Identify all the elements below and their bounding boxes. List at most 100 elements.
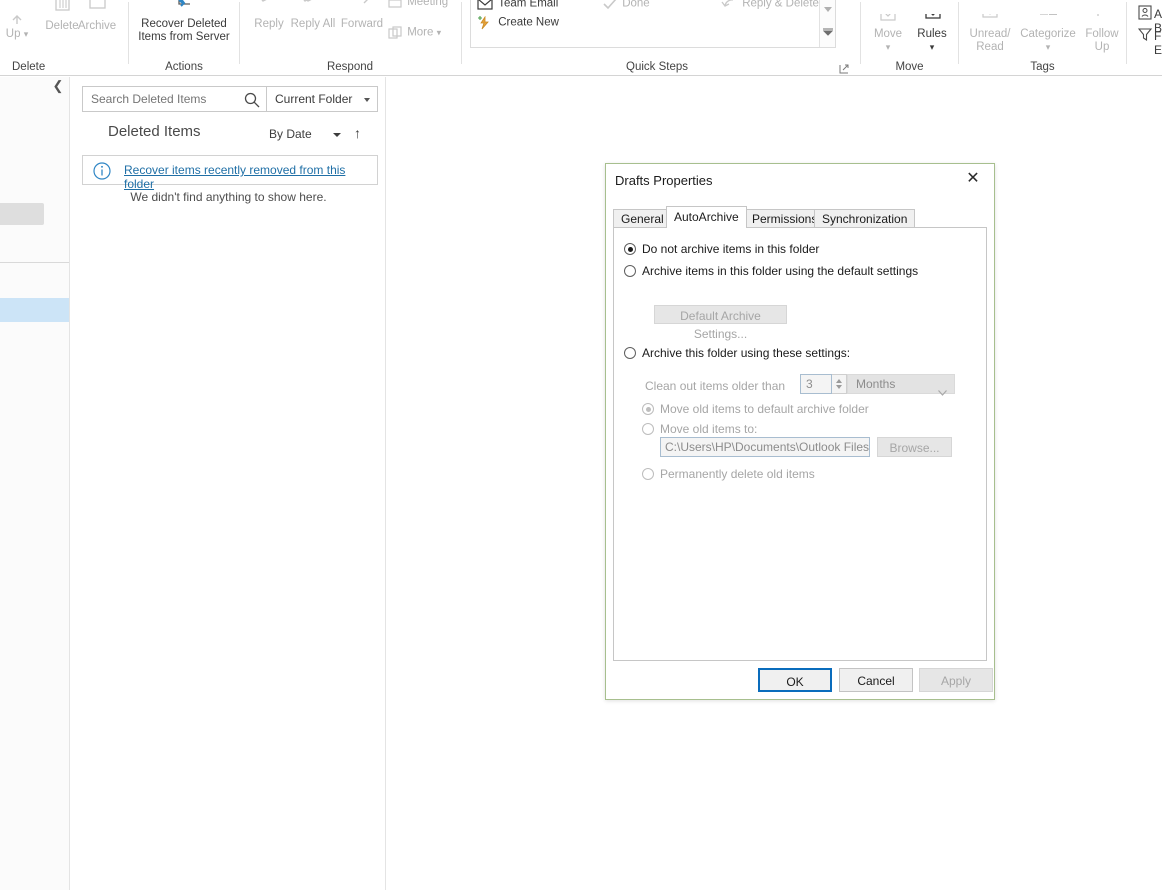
quick-step-reply-delete-label: Reply & Delete [742, 0, 819, 10]
tab-synchronization[interactable]: Synchronization [814, 209, 916, 228]
default-archive-settings-button[interactable]: Default Archive Settings... [654, 305, 787, 341]
ribbon-button-move[interactable]: Move ▾ [865, 14, 911, 54]
search-input[interactable] [89, 87, 239, 111]
quick-steps-more-icon[interactable] [822, 25, 834, 36]
radio-default-settings-indicator[interactable] [624, 265, 636, 277]
folder-pane-collapsed[interactable] [0, 77, 70, 890]
spinner-up-icon[interactable] [836, 379, 842, 383]
ribbon-button-recover-deleted-items[interactable]: Recover Deleted Items from Server [129, 0, 239, 44]
browse-button[interactable]: Browse... [877, 437, 952, 457]
ribbon-button-forward-label: Forward [340, 18, 384, 30]
sort-by-dropdown[interactable]: By Date [269, 127, 312, 141]
tab-autoarchive-label: AutoArchive [674, 210, 739, 224]
ok-button[interactable]: OK [758, 668, 832, 692]
quick-steps-gallery: Move to: Scream To Manager Team Email [470, 0, 836, 48]
tab-synchronization-label: Synchronization [822, 212, 908, 226]
sort-by-label: By Date [269, 127, 312, 141]
close-icon[interactable]: ✕ [952, 164, 994, 194]
sort-ascending-arrow-icon[interactable]: ↑ [354, 125, 361, 141]
ribbon-button-archive[interactable]: Archive [72, 0, 122, 33]
ribbon-button-reply-all[interactable]: Reply All [290, 0, 336, 31]
clean-out-unit-dropdown[interactable]: Months [847, 374, 955, 396]
dialog-body: General AutoArchive Permissions Synchron… [613, 206, 987, 661]
ribbon-button-recover-deleted-items-label: Recover Deleted Items from Server [138, 18, 230, 43]
ribbon-group-move: Move ▾ Rules ▾ Move [861, 0, 958, 75]
nav-divider [0, 262, 69, 263]
reply-delete-icon [721, 0, 739, 11]
chevron-down-icon [364, 98, 370, 102]
ribbon-button-categorize[interactable]: Categorize ▾ [1017, 14, 1079, 54]
ribbon-button-reply[interactable]: Reply [246, 0, 292, 31]
ribbon-button-unread-read-label: Unread/ Read [969, 28, 1011, 53]
ribbon-button-follow-up[interactable]: Follow Up [1079, 14, 1125, 54]
search-icon[interactable] [244, 92, 260, 108]
spinner-down-icon[interactable] [836, 385, 842, 389]
radio-these-settings-indicator[interactable] [624, 347, 636, 359]
radio-move-default-archive-indicator[interactable] [642, 403, 654, 415]
ribbon-button-follow-up-label: Follow Up [1085, 28, 1119, 53]
chevron-left-icon[interactable]: ❮ [50, 78, 66, 94]
ribbon-group-move-label: Move [895, 61, 924, 73]
recover-items-info-bar[interactable]: Recover items recently removed from this… [82, 155, 378, 191]
clean-out-spinner[interactable] [832, 374, 847, 394]
radio-move-default-archive-label: Move old items to default archive folder [660, 402, 869, 416]
ribbon-button-meeting[interactable]: Meeting [388, 0, 460, 10]
ribbon-group-tags-label: Tags [1030, 61, 1055, 73]
tab-general[interactable]: General [613, 209, 672, 228]
ribbon-button-more-respond-label: More [407, 26, 434, 39]
quick-step-team-email[interactable]: Team Email [477, 0, 607, 11]
quick-steps-dialog-launcher-icon[interactable] [839, 63, 849, 74]
radio-move-old-items-to-indicator[interactable] [642, 423, 654, 435]
filter-email-label: Filter Email [1154, 29, 1162, 57]
empty-list-message: We didn't find anything to show here. [130, 190, 327, 204]
address-book-icon[interactable] [1138, 5, 1153, 23]
apply-button[interactable]: Apply [919, 668, 993, 692]
tab-autoarchive[interactable]: AutoArchive [666, 206, 747, 228]
ribbon-button-archive-label: Archive [77, 20, 117, 32]
ribbon-button-rules[interactable]: Rules ▾ [909, 14, 955, 54]
page-title: Deleted Items [108, 123, 201, 140]
filter-email-icon[interactable] [1137, 27, 1153, 45]
radio-move-old-items-to-label: Move old items to: [660, 422, 758, 436]
chevron-down-icon[interactable] [333, 133, 341, 137]
ribbon-group-actions-label: Actions [165, 61, 203, 73]
quick-steps-scroll-down-icon[interactable] [824, 7, 832, 12]
ribbon-button-more-respond[interactable]: More ▾ [388, 26, 460, 40]
ribbon-group-quick-steps: Move to: Scream To Manager Team Email [462, 0, 852, 75]
cancel-button[interactable]: Cancel [839, 668, 913, 692]
ribbon: Up ▾ Delete Archive Delete Recover Delet… [0, 0, 1162, 76]
categorize-icon [1017, 14, 1079, 26]
quick-step-done-label: Done [622, 0, 650, 10]
radio-these-settings-label: Archive this folder using these settings… [642, 346, 851, 360]
search-scope-dropdown[interactable]: Current Folder [267, 86, 378, 112]
info-circle-icon [93, 162, 111, 180]
tab-permissions-label: Permissions [752, 212, 818, 226]
ribbon-button-unread-read[interactable]: Unread/ Read [961, 14, 1019, 54]
ribbon-button-forward[interactable]: Forward [334, 0, 390, 31]
radio-permanently-delete-indicator[interactable] [642, 468, 654, 480]
quick-step-done[interactable]: Done [601, 0, 701, 11]
nav-selected-folder-band[interactable] [0, 298, 69, 322]
ribbon-button-up[interactable]: Up ▾ [0, 14, 34, 41]
radio-default-settings-label: Archive items in this folder using the d… [642, 264, 919, 278]
search-box[interactable] [82, 86, 267, 112]
quick-steps-scrollbar[interactable] [819, 0, 835, 47]
ribbon-group-quick-steps-label: Quick Steps [626, 61, 688, 73]
clean-out-value-input[interactable]: 3 [800, 374, 832, 394]
ribbon-button-reply-label: Reply [254, 18, 284, 30]
outlook-window: Up ▾ Delete Archive Delete Recover Delet… [0, 0, 1162, 890]
rules-icon [909, 14, 955, 26]
quick-step-create-new[interactable]: Create New [477, 16, 607, 30]
radio-do-not-archive-indicator[interactable] [624, 243, 636, 255]
tab-general-label: General [621, 212, 664, 226]
archive-path-input[interactable]: C:\Users\HP\Documents\Outlook Files\a [660, 437, 870, 457]
ribbon-group-tags: Unread/ Read Categorize ▾ Follow Up Tags [959, 0, 1126, 75]
move-icon [865, 14, 911, 26]
ribbon-group-find: Address Book Filter Email [1134, 0, 1162, 75]
radio-permanently-delete-label: Permanently delete old items [660, 467, 815, 481]
dialog-title: Drafts Properties [615, 173, 713, 188]
recover-items-link[interactable]: Recover items recently removed from this… [124, 163, 377, 191]
ribbon-separator [1126, 2, 1127, 64]
clean-out-unit-value: Months [856, 377, 896, 391]
reply-icon [246, 0, 292, 16]
